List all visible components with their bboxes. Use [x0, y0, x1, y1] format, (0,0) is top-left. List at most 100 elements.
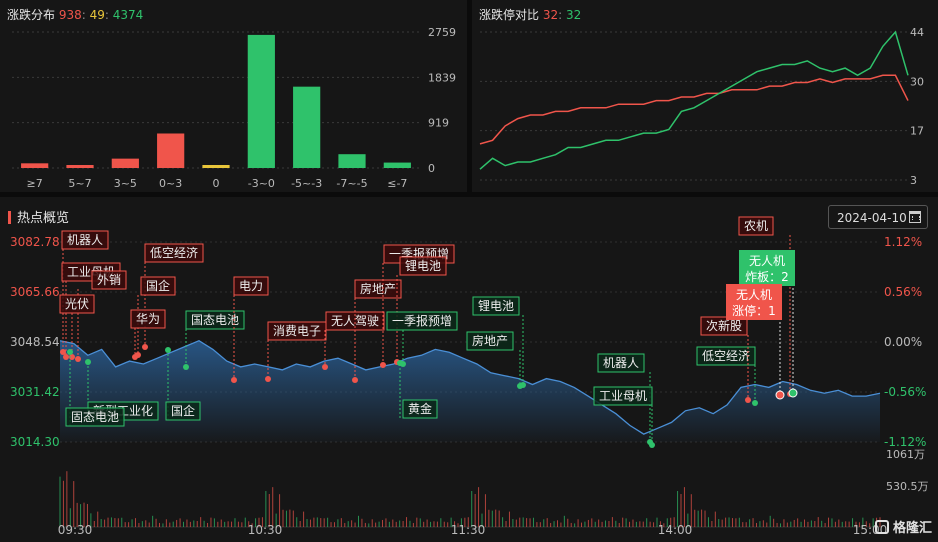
label-point — [649, 442, 655, 448]
x-tick-label: ≤-7 — [387, 177, 407, 190]
callout-point — [775, 390, 785, 400]
label-point — [380, 362, 386, 368]
x-tick-label: 14:00 — [658, 523, 693, 537]
hot-topic-label: 锂电池 — [405, 258, 441, 273]
callout-line: 炸板：2 — [745, 270, 789, 284]
y-tick-label: 30 — [910, 75, 924, 88]
bar — [338, 154, 366, 168]
hot-topic-label: 锂电池 — [478, 298, 514, 313]
brand-logo: 格隆汇 — [874, 517, 932, 536]
y-right-tick-label: -0.56% — [884, 385, 926, 399]
hot-topic-label: 国态电池 — [191, 313, 239, 327]
bar — [247, 34, 275, 169]
y-tick-label: 2759 — [428, 26, 456, 39]
x-tick-label: ≥7 — [27, 177, 43, 190]
bar — [202, 165, 230, 168]
hot-topic-label: 低空经济 — [150, 245, 198, 260]
label-point — [397, 360, 403, 366]
x-tick-label: -3~0 — [248, 177, 275, 190]
distribution-bar-chart: 2759 1839 919 0 ≥7 5~7 3~5 0~3 0 -3~0 -5~-3 -7~-5 ≤-… — [12, 26, 456, 190]
x-tick-label: 11:30 — [451, 523, 486, 537]
y-tick-label: 44 — [910, 26, 924, 39]
label-point — [142, 344, 148, 350]
bar — [157, 133, 185, 168]
hot-topic-label: 消费电子 — [273, 324, 321, 338]
hot-topic-label: 房地产 — [360, 281, 396, 296]
x-tick-label: -7~-5 — [336, 177, 367, 190]
x-tick-label: 0 — [213, 177, 220, 190]
hot-topic-label: 黄金 — [408, 401, 432, 416]
y-right-tick-label: 0.00% — [884, 335, 922, 349]
y-left-tick-label: 3065.66 — [10, 285, 60, 299]
label-point — [63, 354, 69, 360]
y-left-tick-label: 3082.78 — [10, 235, 60, 249]
y-tick-label: 17 — [910, 125, 924, 138]
label-point — [75, 356, 81, 362]
y-right-tick-label: 1.12% — [884, 235, 922, 249]
hot-topic-label: 电力 — [239, 279, 263, 293]
hot-overview-panel: 热点概览 2024-04-10 3082.78 1.12% 3065.66 0.56%… — [0, 197, 938, 542]
y-tick-label: 1839 — [428, 71, 456, 84]
hot-topic-label: 次新股 — [706, 318, 742, 333]
y-left-tick-label: 3031.42 — [10, 385, 60, 399]
hot-topic-label: 外销 — [97, 273, 121, 287]
label-point — [85, 359, 91, 365]
distribution-panel: 涨跌分布 938: 49: 4374 2759 1839 919 0 ≥7 5~7 3~5 0… — [0, 0, 467, 192]
hot-topic-label: 光伏 — [65, 297, 89, 311]
volume-tick-label: 530.5万 — [886, 480, 929, 493]
label-point — [322, 364, 328, 370]
volume-tick-label: 1061万 — [886, 448, 925, 461]
label-point — [165, 347, 171, 353]
label-point — [752, 400, 758, 406]
x-tick-label: 10:30 — [248, 523, 283, 537]
limit-line-chart: 44 30 17 3 — [479, 26, 924, 187]
callout-point — [788, 388, 798, 398]
limit-panel: 涨跌停对比 32: 32 44 30 17 3 — [472, 0, 938, 192]
bar — [66, 165, 94, 168]
label-point — [231, 377, 237, 383]
label-point — [517, 383, 523, 389]
label-point — [352, 377, 358, 383]
logo-icon — [874, 520, 889, 534]
bar — [111, 158, 139, 168]
y-right-tick-label: -1.12% — [884, 435, 926, 449]
hot-topic-label: 华为 — [136, 312, 160, 326]
hot-topic-label: 农机 — [744, 219, 768, 233]
x-tick-label: 5~7 — [68, 177, 91, 190]
hot-topic-label: 机器人 — [67, 233, 103, 247]
y-right-tick-label: 0.56% — [884, 285, 922, 299]
label-point — [183, 364, 189, 370]
hot-topic-label: 国企 — [171, 403, 195, 418]
x-tick-label: 0~3 — [159, 177, 182, 190]
y-tick-label: 3 — [910, 174, 917, 187]
label-point — [60, 349, 66, 355]
hot-topic-label: 房地产 — [472, 333, 508, 348]
limit-up-line — [479, 74, 909, 145]
label-point — [132, 354, 138, 360]
label-point — [67, 349, 73, 355]
callout-title: 无人机 — [749, 254, 785, 268]
hot-topic-label: 低空经济 — [702, 348, 750, 363]
index-area — [60, 340, 880, 442]
x-tick-label: 3~5 — [114, 177, 137, 190]
x-tick-label: 09:30 — [58, 523, 93, 537]
y-left-tick-label: 3048.54 — [10, 335, 60, 349]
bar — [21, 163, 49, 168]
hot-topic-label: 机器人 — [603, 356, 639, 370]
bar — [293, 86, 321, 168]
hot-topic-label: 工业母机 — [599, 389, 647, 403]
callout-line: 涨停：1 — [732, 303, 776, 318]
callout-title: 无人机 — [736, 288, 772, 302]
bar — [383, 162, 411, 168]
y-tick-label: 919 — [428, 117, 449, 130]
y-tick-label: 0 — [428, 162, 435, 175]
hot-topic-label: 国企 — [146, 278, 170, 293]
limit-down-line — [479, 30, 909, 170]
label-point — [265, 376, 271, 382]
hot-topic-label: 一季报预增 — [392, 313, 452, 328]
index-area-chart: 3082.78 1.12% 3065.66 0.56% 3048.54 0.00% 3031… — [10, 216, 929, 537]
label-point — [745, 397, 751, 403]
y-left-tick-label: 3014.30 — [10, 435, 60, 449]
x-tick-label: -5~-3 — [291, 177, 322, 190]
hot-topic-label: 固态电池 — [71, 410, 119, 424]
